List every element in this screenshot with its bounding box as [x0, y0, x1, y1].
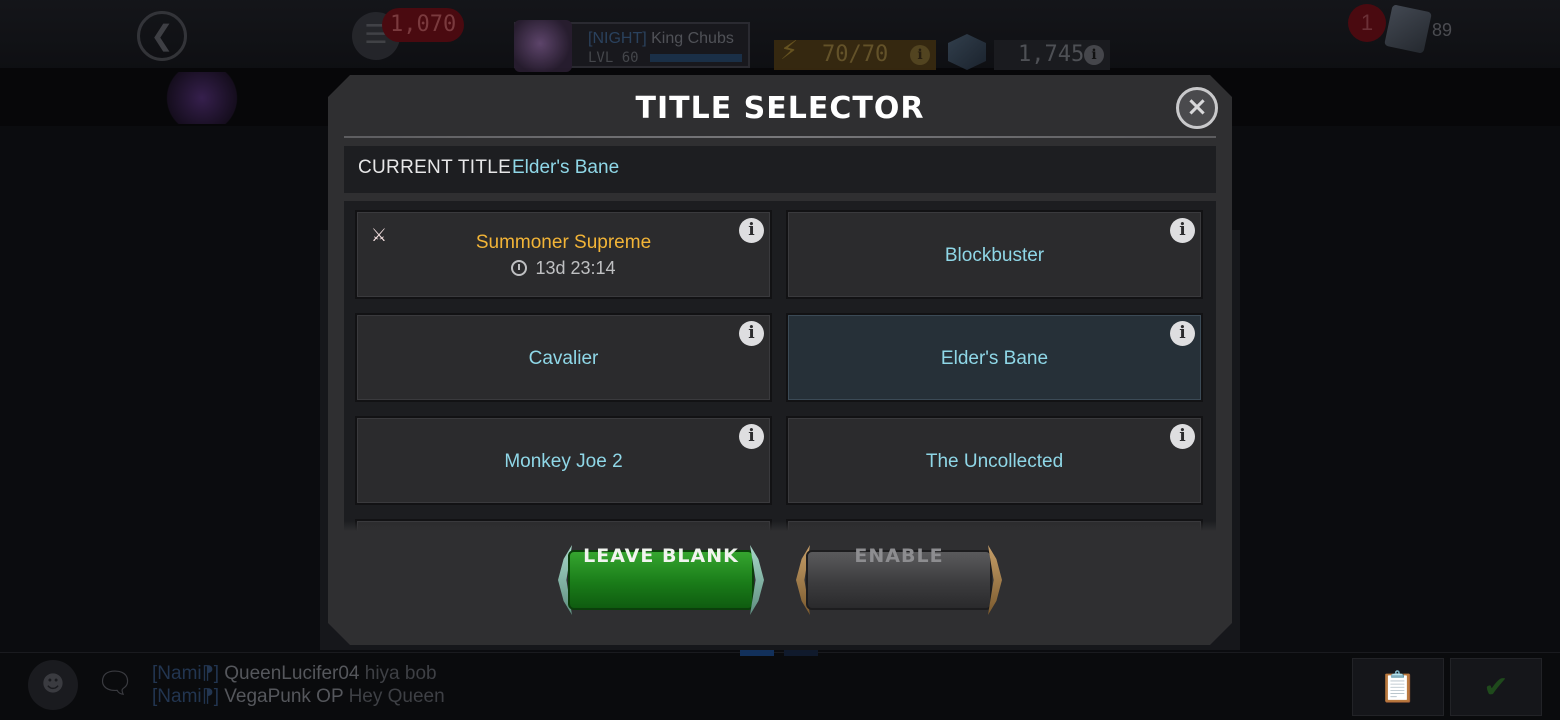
- energy-value: 70/70: [822, 42, 889, 67]
- timer-value: 13d 23:14: [535, 258, 616, 278]
- chat-text: hiya bob: [364, 663, 437, 684]
- enable-button[interactable]: ENABLE: [796, 545, 1002, 615]
- title-tile-cavalier[interactable]: Cavalier i: [355, 313, 772, 402]
- lightning-icon: ⚡: [780, 36, 799, 66]
- title-list[interactable]: ⚔ Summoner Supreme 13d 23:14 i Blockbust…: [344, 201, 1216, 531]
- leave-blank-button[interactable]: LEAVE BLANK: [558, 545, 764, 615]
- chat-message: [Nami⁋] QueenLucifer04 hiya bob: [152, 662, 437, 685]
- info-icon[interactable]: i: [739, 321, 764, 346]
- title-name: Blockbuster: [944, 245, 1045, 266]
- page-indicator: [740, 650, 820, 658]
- cards-icon[interactable]: [1384, 4, 1432, 54]
- title-tile-the-uncollected[interactable]: The Uncollected i: [786, 416, 1203, 505]
- current-title-bar: CURRENT TITLE Elder's Bane: [344, 146, 1216, 193]
- alliance-people-icon[interactable]: ☻: [28, 660, 78, 710]
- energy-info-icon[interactable]: i: [910, 45, 930, 65]
- game-screen: ❮ ☰ 1,070 [NIGHT] King Chubs LVL 60 ⚡ 70…: [0, 0, 1560, 720]
- title-name: The Uncollected: [925, 451, 1064, 472]
- title-name: Elder's Bane: [940, 348, 1049, 369]
- chat-user: QueenLucifer04: [224, 663, 360, 684]
- title-divider: [344, 136, 1216, 138]
- leave-blank-label: LEAVE BLANK: [583, 545, 739, 567]
- list-scroll-fade: [344, 521, 1216, 531]
- objectives-check-icon[interactable]: ✔: [1450, 658, 1542, 716]
- chat-count-badge: 1,070: [382, 8, 465, 42]
- current-title-label: CURRENT TITLE: [358, 157, 512, 178]
- title-name: Cavalier: [528, 348, 599, 369]
- xp-progress-bar: [650, 54, 742, 62]
- notification-badge: 1: [1348, 4, 1386, 42]
- enable-label: ENABLE: [854, 545, 944, 567]
- chat-tag: [Nami⁋]: [152, 663, 219, 684]
- energy-meter[interactable]: ⚡ 70/70 i: [774, 36, 936, 70]
- player-level: LVL 60: [588, 50, 639, 66]
- alliance-tag: [NIGHT]: [588, 30, 647, 47]
- title-timer: 13d 23:14: [357, 258, 770, 279]
- player-portrait-avatar: [514, 20, 572, 72]
- units-info-icon[interactable]: i: [1084, 45, 1104, 65]
- title-tile-blockbuster[interactable]: Blockbuster i: [786, 210, 1203, 299]
- player-name-line: [NIGHT] King Chubs: [588, 30, 734, 48]
- back-arrow-icon[interactable]: ❮: [137, 11, 187, 61]
- title-tile-elders-bane[interactable]: Elder's Bane i: [786, 313, 1203, 402]
- title-name: Monkey Joe 2: [504, 451, 623, 472]
- player-profile[interactable]: [NIGHT] King Chubs LVL 60: [514, 20, 750, 72]
- title-name: Summoner Supreme: [475, 232, 652, 253]
- quests-clipboard-icon[interactable]: 📋: [1352, 658, 1444, 716]
- current-title-value: Elder's Bane: [512, 157, 620, 178]
- title-tile-monkey-joe-2[interactable]: Monkey Joe 2 i: [355, 416, 772, 505]
- info-icon[interactable]: i: [1170, 424, 1195, 449]
- chat-text: Hey Queen: [348, 686, 445, 707]
- units-value: 1,745: [1018, 42, 1085, 67]
- close-icon[interactable]: ×: [1176, 87, 1218, 129]
- modal-title: TITLE SELECTOR: [635, 91, 925, 126]
- title-tile-summoner-supreme[interactable]: ⚔ Summoner Supreme 13d 23:14 i: [355, 210, 772, 299]
- cards-count: 89: [1432, 20, 1453, 40]
- clock-icon: [511, 260, 528, 276]
- player-name: King Chubs: [651, 30, 734, 47]
- info-icon[interactable]: i: [1170, 321, 1195, 346]
- info-icon[interactable]: i: [739, 424, 764, 449]
- chat-bubble-icon[interactable]: 🗨: [96, 666, 134, 701]
- info-icon[interactable]: i: [739, 218, 764, 243]
- info-icon[interactable]: i: [1170, 218, 1195, 243]
- title-selector-modal: TITLE SELECTOR × CURRENT TITLE Elder's B…: [328, 75, 1232, 645]
- chat-tag: [Nami⁋]: [152, 686, 219, 707]
- background-crystal: [160, 72, 244, 124]
- chat-message: [Nami⁋] VegaPunk OP Hey Queen: [152, 685, 445, 708]
- chat-user: VegaPunk OP: [224, 686, 344, 707]
- units-meter[interactable]: 1,745 i: [994, 40, 1110, 70]
